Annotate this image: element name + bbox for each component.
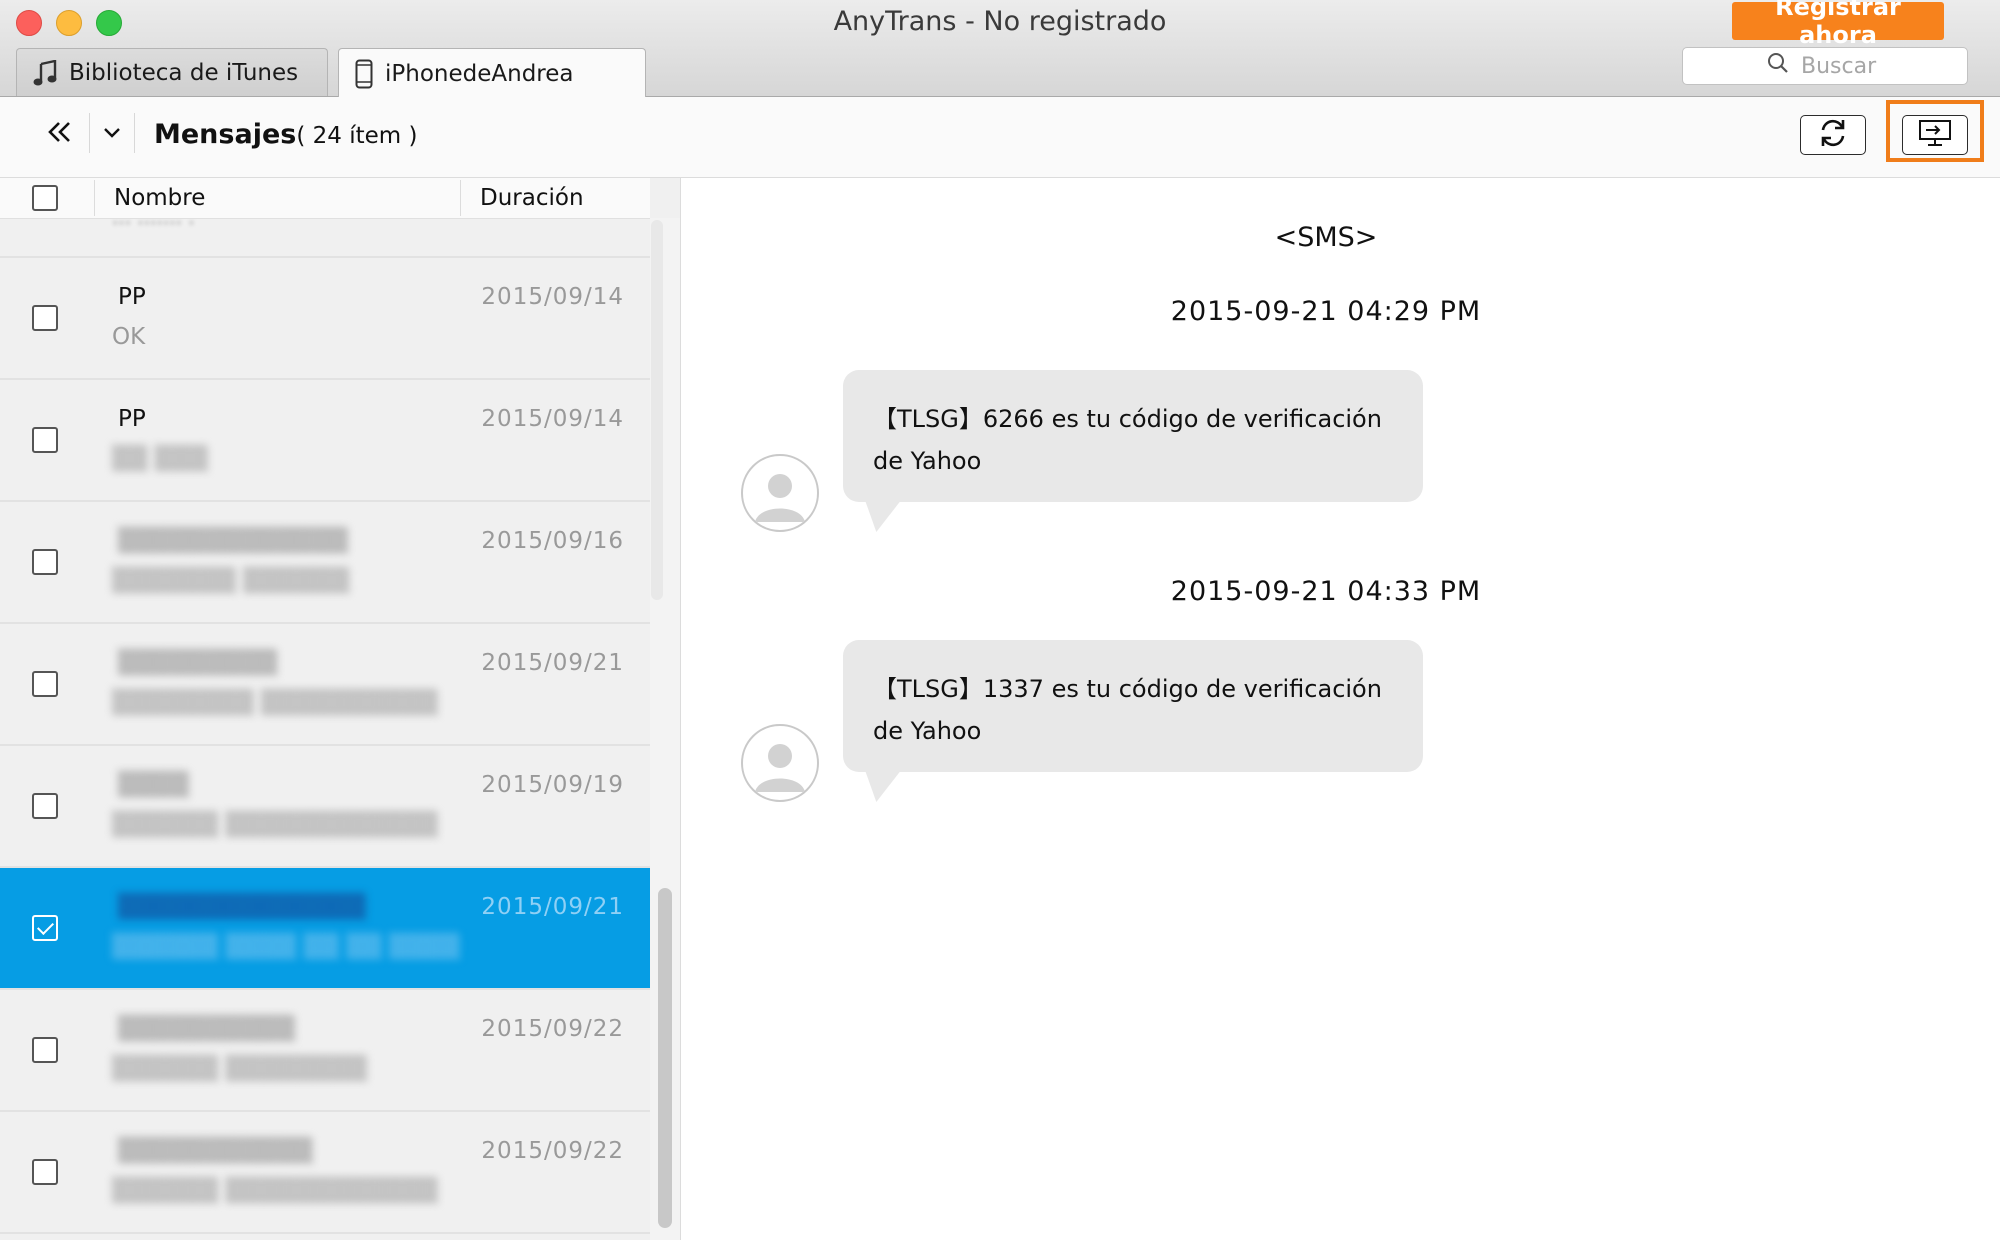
- window-title: AnyTrans - No registrado: [833, 6, 1167, 37]
- message-date: 2015/09/21: [481, 650, 624, 676]
- search-input[interactable]: [1799, 52, 1883, 80]
- page-title: Mensajes( 24 ítem ): [154, 119, 417, 150]
- back-button[interactable]: [30, 113, 89, 153]
- music-note-icon: [33, 59, 57, 86]
- list-item[interactable]: ▒▒▒▒▒▒▒▒▒▒▒ ▒▒▒▒▒▒ ▒▒▒▒▒▒▒▒▒▒▒▒ 2015/09/…: [0, 1112, 650, 1234]
- column-header-name[interactable]: Nombre: [114, 178, 205, 218]
- message-date: 2015/09/19: [481, 772, 624, 798]
- message-bubble[interactable]: 【TLSG】1337 es tu código de verificación …: [843, 640, 1423, 772]
- export-button-highlight: [1886, 100, 1984, 162]
- message-preview-redacted: ▒▒▒▒▒▒ ▒▒▒▒▒▒▒▒: [112, 1056, 367, 1082]
- conversation-pane: <SMS> 2015-09-21 04:29 PM 【TLSG】6266 es …: [681, 178, 2000, 1240]
- contact-name-redacted: ▒▒▒▒▒▒▒▒▒▒▒: [118, 1138, 313, 1164]
- row-checkbox-checked[interactable]: [32, 915, 58, 941]
- toolbar: Mensajes( 24 ítem ): [0, 97, 2000, 178]
- list-item-selected[interactable]: ▒▒▒▒▒▒▒▒▒▒▒▒▒▒ ▒▒▒▒▒▒ ▒▒▒▒ ▒▒ ▒▒ ▒▒▒▒ 20…: [0, 868, 650, 990]
- row-checkbox[interactable]: [32, 549, 58, 575]
- message-timestamp: 2015-09-21 04:33 PM: [1170, 576, 1482, 607]
- message-date: 2015/09/21: [481, 894, 624, 920]
- contact-name-redacted: ▒▒▒▒▒▒▒▒▒▒: [118, 1016, 295, 1042]
- conversation-type-label: <SMS>: [1274, 222, 1378, 253]
- person-icon: [755, 744, 805, 792]
- row-checkbox[interactable]: [32, 793, 58, 819]
- message-text: de Yahoo: [873, 717, 982, 745]
- message-text: 【TLSG】1337 es tu código de verificación: [873, 675, 1382, 703]
- column-divider: [460, 180, 461, 216]
- message-preview-redacted: ▒▒▒▒▒▒ ▒▒▒▒ ▒▒ ▒▒ ▒▒▒▒: [112, 934, 460, 960]
- avatar: [741, 454, 819, 532]
- message-date: 2015/09/14: [481, 284, 624, 310]
- message-list-pane: Nombre Duración ··· ······· · PP OK 2015…: [0, 178, 681, 1240]
- contact-name: PP: [118, 284, 146, 310]
- list-header: Nombre Duración: [0, 178, 650, 219]
- scrollbar-shadow: [651, 220, 663, 600]
- contact-name-redacted: ▒▒▒▒▒▒▒▒▒: [118, 650, 278, 676]
- message-text: de Yahoo: [873, 447, 982, 475]
- row-checkbox[interactable]: [32, 427, 58, 453]
- double-chevron-left-icon: [47, 116, 73, 151]
- message-preview-redacted: ▒▒▒▒▒▒ ▒▒▒▒▒▒▒▒▒▒▒▒: [112, 812, 438, 838]
- message-bubble[interactable]: 【TLSG】6266 es tu código de verificación …: [843, 370, 1423, 502]
- list-item[interactable]: ▒▒▒▒▒▒▒▒▒▒▒▒▒ ▒▒▒▒▒▒▒ ▒▒▒▒▒▒ 2015/09/16: [0, 502, 650, 624]
- message-timestamp: 2015-09-21 04:29 PM: [1170, 296, 1482, 327]
- title-bar: AnyTrans - No registrado Registrar ahora…: [0, 0, 2000, 98]
- list-item[interactable]: PP ▒▒ ▒▒▒ 2015/09/14: [0, 380, 650, 502]
- search-icon: [1767, 52, 1789, 80]
- scrollbar-thumb[interactable]: [658, 888, 672, 1228]
- row-checkbox[interactable]: [32, 671, 58, 697]
- list-item[interactable]: PP OK 2015/09/14: [0, 258, 650, 380]
- contact-name-redacted: ▒▒▒▒▒▒▒▒▒▒▒▒▒▒: [118, 894, 366, 920]
- message-rows: ··· ······· · PP OK 2015/09/14 PP ▒▒ ▒▒▒…: [0, 219, 650, 1234]
- tab-label: iPhonedeAndrea: [385, 60, 574, 87]
- row-checkbox[interactable]: [32, 1037, 58, 1063]
- list-item-partial[interactable]: ··· ······· ·: [0, 219, 650, 258]
- message-preview: OK: [112, 324, 146, 350]
- message-date: 2015/09/22: [481, 1138, 624, 1164]
- column-header-duration[interactable]: Duración: [480, 178, 584, 218]
- iphone-icon: [355, 59, 373, 89]
- message-preview-redacted: ▒▒▒▒▒▒▒ ▒▒▒▒▒▒: [112, 568, 350, 594]
- tab-label: Biblioteca de iTunes: [69, 59, 299, 86]
- search-box[interactable]: [1682, 47, 1968, 85]
- contact-name-redacted: ▒▒▒▒: [118, 772, 189, 798]
- message-date: 2015/09/22: [481, 1016, 624, 1042]
- refresh-button[interactable]: [1800, 115, 1866, 155]
- list-item[interactable]: ▒▒▒▒ ▒▒▒▒▒▒ ▒▒▒▒▒▒▒▒▒▒▒▒ 2015/09/19: [0, 746, 650, 868]
- row-checkbox[interactable]: [32, 305, 58, 331]
- tab-iphone-device[interactable]: iPhonedeAndrea: [338, 48, 646, 98]
- chevron-down-icon: [103, 123, 121, 144]
- person-icon: [755, 474, 805, 522]
- message-date: 2015/09/14: [481, 406, 624, 432]
- message-date: 2015/09/16: [481, 528, 624, 554]
- message-text: 【TLSG】6266 es tu código de verificación: [873, 405, 1382, 433]
- list-item[interactable]: ▒▒▒▒▒▒▒▒▒ ▒▒▒▒▒▒▒▒ ▒▒▒▒▒▒▒▒▒▒ 2015/09/21: [0, 624, 650, 746]
- contact-name: PP: [118, 406, 146, 432]
- navigation-group: [30, 113, 135, 153]
- select-all-checkbox[interactable]: [32, 185, 58, 211]
- column-divider: [94, 180, 95, 216]
- tab-itunes-library[interactable]: Biblioteca de iTunes: [16, 48, 328, 96]
- message-preview-redacted: ▒▒▒▒▒▒ ▒▒▒▒▒▒▒▒▒▒▒▒: [112, 1178, 438, 1204]
- list-item[interactable]: ▒▒▒▒▒▒▒▒▒▒ ▒▒▒▒▒▒ ▒▒▒▒▒▒▒▒ 2015/09/22: [0, 990, 650, 1112]
- message-preview-redacted: ▒▒▒▒▒▒▒▒ ▒▒▒▒▒▒▒▒▒▒: [112, 690, 438, 716]
- register-now-button[interactable]: Registrar ahora: [1732, 0, 1944, 49]
- category-dropdown-button[interactable]: [89, 113, 134, 153]
- item-count: ( 24 ítem ): [296, 123, 418, 149]
- contact-name-redacted: ▒▒▒▒▒▒▒▒▒▒▒▒▒: [118, 528, 348, 554]
- message-preview-redacted: ▒▒ ▒▒▒: [112, 446, 208, 472]
- page-title-text: Mensajes: [154, 119, 297, 150]
- row-checkbox[interactable]: [32, 1159, 58, 1185]
- avatar: [741, 724, 819, 802]
- refresh-icon: [1817, 118, 1849, 152]
